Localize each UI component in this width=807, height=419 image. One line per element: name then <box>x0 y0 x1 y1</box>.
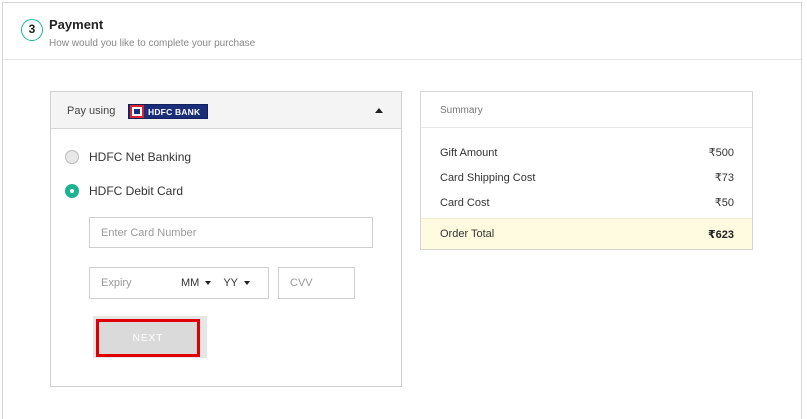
order-summary-panel: Summary Gift Amount ₹500 Card Shipping C… <box>420 91 753 250</box>
cvv-input[interactable] <box>278 267 355 299</box>
payment-section: 3 Payment How would you like to complete… <box>2 2 802 419</box>
section-subtitle: How would you like to complete your purc… <box>49 38 256 49</box>
expiry-label: Expiry <box>101 277 132 289</box>
summary-row-card-cost: Card Cost ₹50 <box>421 190 752 215</box>
option-net-banking-label: HDFC Net Banking <box>89 150 192 164</box>
option-net-banking[interactable]: HDFC Net Banking <box>65 150 191 164</box>
summary-row-label: Gift Amount <box>440 146 498 159</box>
hdfc-logo-icon <box>130 105 144 118</box>
radio-debit-card[interactable] <box>65 184 79 198</box>
collapse-caret-icon[interactable] <box>375 108 383 113</box>
expiry-month-select[interactable]: MM <box>181 277 212 289</box>
pay-using-label: Pay using <box>67 105 116 117</box>
expiry-field: Expiry MM YY <box>89 267 269 299</box>
order-total-label: Order Total <box>440 228 495 240</box>
summary-row-value: ₹500 <box>708 147 734 159</box>
summary-row-label: Card Shipping Cost <box>440 171 536 184</box>
summary-title: Summary <box>440 105 483 116</box>
expiry-year-value: YY <box>223 277 239 289</box>
expiry-year-select[interactable]: YY <box>223 277 251 289</box>
summary-row-label: Card Cost <box>440 196 490 209</box>
summary-header: Summary <box>421 92 752 128</box>
chevron-down-icon <box>205 281 212 285</box>
bank-logo-text: HDFC BANK <box>148 106 201 117</box>
payment-method-panel: Pay using HDFC BANK HDFC Net Banking HDF… <box>50 91 402 387</box>
expiry-month-value: MM <box>181 277 200 289</box>
summary-row-value: ₹50 <box>714 197 734 209</box>
payment-method-header[interactable]: Pay using HDFC BANK <box>51 92 401 129</box>
option-debit-card-label: HDFC Debit Card <box>89 184 184 198</box>
summary-row-value: ₹73 <box>714 172 734 184</box>
summary-row-shipping: Card Shipping Cost ₹73 <box>421 165 752 190</box>
next-button-container: NEXT <box>93 316 207 358</box>
chevron-down-icon <box>244 281 251 285</box>
card-number-input[interactable] <box>89 217 373 248</box>
summary-row-gift-amount: Gift Amount ₹500 <box>421 140 752 165</box>
next-button[interactable]: NEXT <box>96 319 200 357</box>
section-title: Payment <box>49 17 104 32</box>
order-total-value: ₹623 <box>707 228 734 241</box>
hdfc-bank-logo: HDFC BANK <box>128 104 208 119</box>
radio-net-banking[interactable] <box>65 150 79 164</box>
option-debit-card[interactable]: HDFC Debit Card <box>65 184 183 198</box>
payment-header: 3 Payment How would you like to complete… <box>3 3 801 60</box>
step-number-badge: 3 <box>21 19 43 41</box>
summary-row-order-total: Order Total ₹623 <box>421 218 752 249</box>
